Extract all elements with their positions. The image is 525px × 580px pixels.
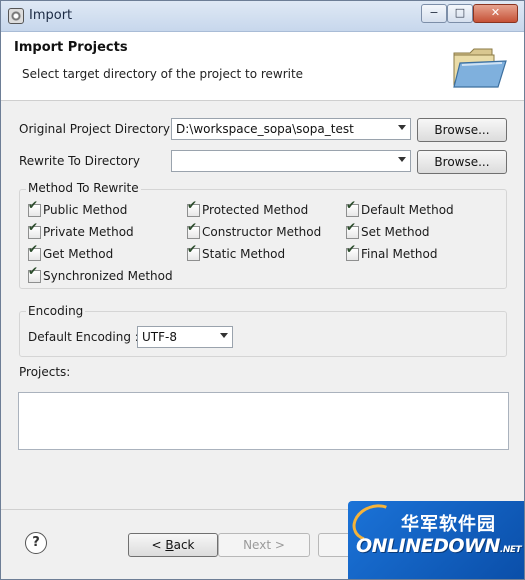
checkbox-public-method[interactable]: ✔ Public Method (28, 199, 178, 219)
check-icon: ✔ (346, 220, 357, 234)
close-button[interactable]: ✕ (473, 4, 518, 23)
folder-open-icon (453, 48, 507, 88)
checkbox-private-method[interactable]: ✔ Private Method (28, 221, 178, 241)
maximize-button[interactable]: □ (447, 4, 473, 23)
chevron-down-icon (220, 333, 228, 338)
original-directory-value: D:\workspace_sopa\sopa_test (176, 122, 354, 136)
check-icon: ✔ (187, 198, 198, 212)
browse-rewrite-button[interactable]: Browse... (417, 150, 507, 174)
watermark-cn-text: 华军软件园 (401, 514, 496, 535)
onlinedown-watermark-logo: 华军软件园 ONLINEDOWN.NET (347, 498, 524, 579)
check-icon: ✔ (28, 220, 39, 234)
minimize-button[interactable]: − (421, 4, 447, 23)
original-directory-combo[interactable]: D:\workspace_sopa\sopa_test (171, 118, 411, 140)
check-icon: ✔ (187, 220, 198, 234)
import-dialog: Import − □ ✕ Import Projects Select targ… (0, 0, 525, 580)
encoding-select[interactable]: UTF-8 (137, 326, 233, 348)
projects-label: Projects: (19, 365, 71, 379)
check-icon: ✔ (187, 242, 198, 256)
back-button[interactable]: < Back (128, 533, 218, 557)
checkbox-set-method[interactable]: ✔ Set Method (346, 221, 496, 241)
window-title: Import (29, 8, 73, 23)
checkbox-get-method[interactable]: ✔ Get Method (28, 243, 178, 263)
original-directory-label: Original Project Directory (19, 122, 170, 136)
projects-list[interactable] (18, 392, 509, 450)
title-bar: Import − □ ✕ (1, 1, 524, 32)
check-icon: ✔ (28, 198, 39, 212)
chevron-down-icon (398, 157, 406, 162)
check-icon: ✔ (346, 242, 357, 256)
next-button[interactable]: Next > (218, 533, 310, 557)
browse-original-button[interactable]: Browse... (417, 118, 507, 142)
chevron-down-icon (398, 125, 406, 130)
encoding-value: UTF-8 (142, 330, 177, 344)
checkbox-protected-method[interactable]: ✔ Protected Method (187, 199, 337, 219)
checkbox-static-method[interactable]: ✔ Static Method (187, 243, 337, 263)
wizard-header: Import Projects Select target directory … (1, 32, 524, 101)
default-encoding-label: Default Encoding : (28, 330, 139, 344)
page-description: Select target directory of the project t… (22, 67, 304, 81)
checkbox-final-method[interactable]: ✔ Final Method (346, 243, 496, 263)
checkbox-default-method[interactable]: ✔ Default Method (346, 199, 496, 219)
check-icon: ✔ (346, 198, 357, 212)
checkbox-synchronized-method[interactable]: ✔ Synchronized Method (28, 265, 188, 285)
watermark-en-text: ONLINEDOWN.NET (356, 535, 522, 557)
check-icon: ✔ (28, 242, 39, 256)
rewrite-directory-combo[interactable] (171, 150, 411, 172)
rewrite-directory-label: Rewrite To Directory (19, 154, 140, 168)
method-group-title: Method To Rewrite (26, 181, 141, 195)
app-icon (8, 8, 24, 24)
help-icon[interactable]: ? (25, 532, 47, 554)
encoding-group-title: Encoding (26, 304, 86, 318)
check-icon: ✔ (28, 264, 39, 278)
page-title: Import Projects (14, 40, 128, 55)
checkbox-constructor-method[interactable]: ✔ Constructor Method (187, 221, 337, 241)
